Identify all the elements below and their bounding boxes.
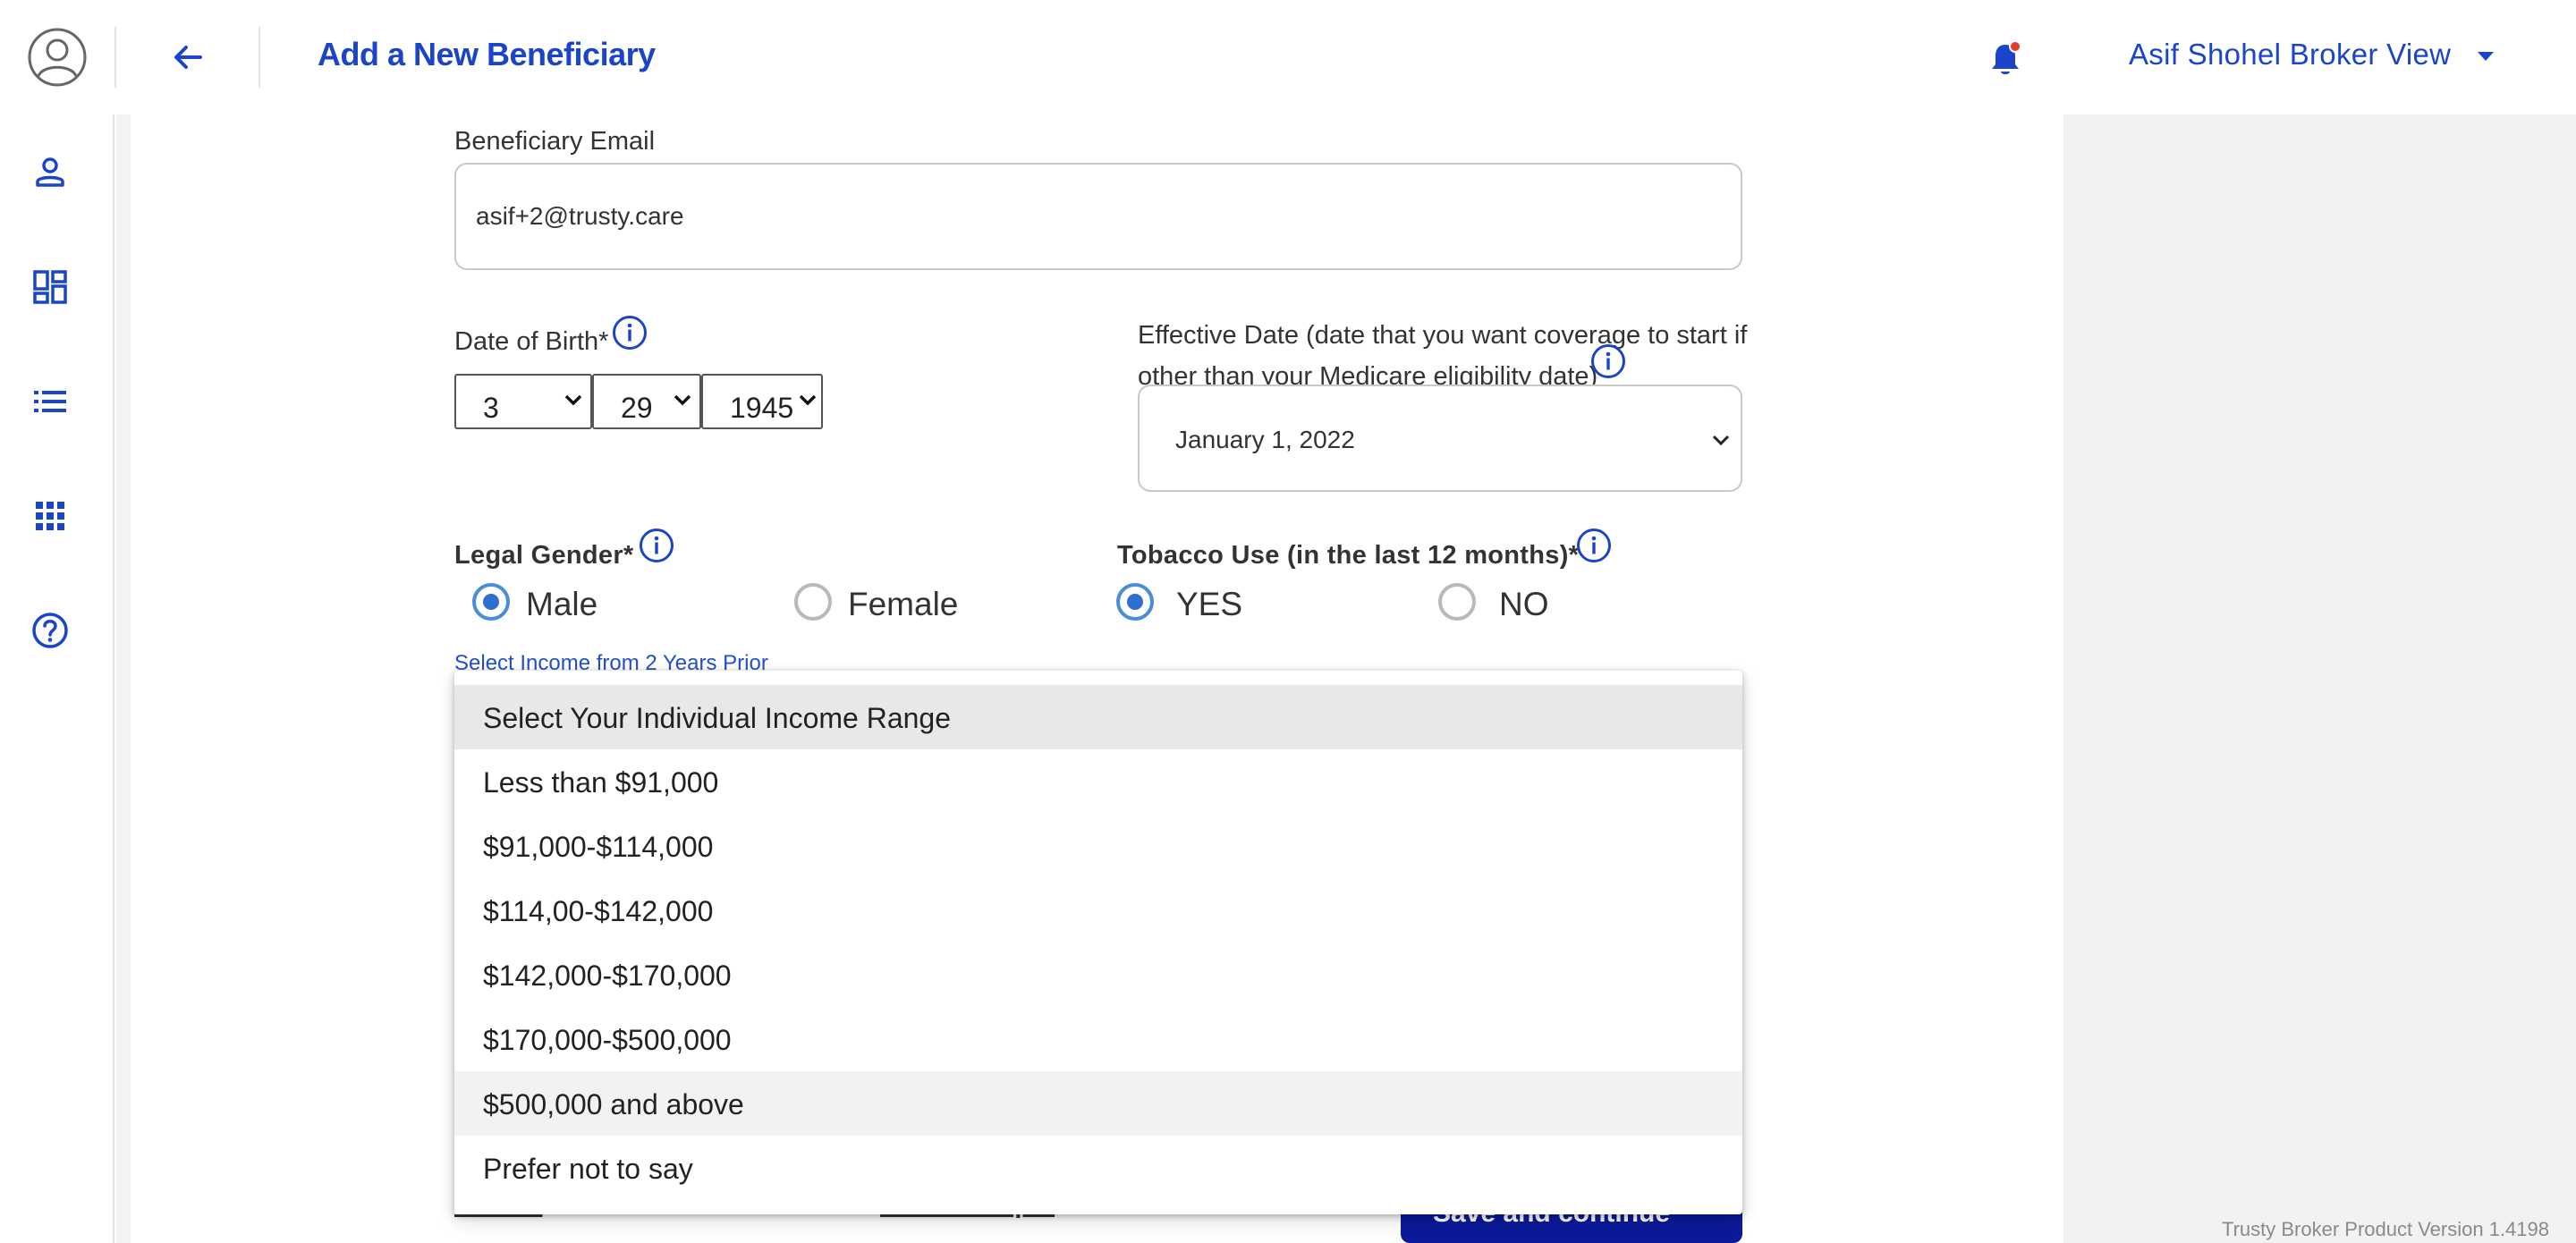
header-divider — [114, 27, 116, 88]
help-icon[interactable] — [31, 612, 69, 649]
beneficiary-email-input[interactable] — [454, 163, 1742, 270]
dob-day-select[interactable]: 29 — [592, 374, 701, 429]
person-icon[interactable] — [31, 154, 69, 191]
gender-male-radio[interactable] — [472, 583, 510, 621]
dob-month-select[interactable]: 3 — [454, 374, 592, 429]
income-option[interactable]: $114,00-$142,000 — [454, 878, 1742, 943]
income-range-dropdown-menu: Select Your Individual Income Range Less… — [454, 671, 1742, 1214]
tobacco-yes-radio[interactable] — [1116, 583, 1154, 621]
income-option[interactable]: Prefer not to say — [454, 1136, 1742, 1200]
income-option[interactable]: $142,000-$170,000 — [454, 943, 1742, 1007]
sidebar-gutter — [116, 114, 131, 1243]
info-icon[interactable] — [1576, 528, 1612, 563]
income-option[interactable]: Less than $91,000 — [454, 749, 1742, 814]
dob-year-select[interactable]: 1945 — [701, 374, 823, 429]
user-name: Asif Shohel Broker View — [2129, 38, 2452, 71]
tobacco-label: Tobacco Use (in the last 12 months)* — [1117, 541, 1580, 570]
caret-down-icon — [2478, 52, 2495, 61]
gender-female-radio[interactable] — [794, 583, 832, 621]
gender-label: Legal Gender* — [454, 541, 634, 570]
chevron-down-icon — [564, 394, 582, 406]
chevron-down-icon — [674, 394, 691, 406]
dashboard-icon[interactable] — [31, 268, 69, 306]
email-label: Beneficiary Email — [454, 127, 656, 156]
effective-date-value: January 1, 2022 — [1175, 426, 1355, 453]
dob-month-value: 3 — [483, 392, 499, 424]
tobacco-yes-label: YES — [1176, 586, 1243, 622]
chevron-down-icon — [1712, 435, 1730, 446]
user-avatar-icon[interactable] — [27, 27, 88, 88]
dob-day-value: 29 — [621, 392, 653, 424]
income-option[interactable]: $170,000-$500,000 — [454, 1007, 1742, 1071]
effective-date-select[interactable]: January 1, 2022 — [1138, 385, 1742, 492]
list-icon[interactable] — [31, 383, 69, 420]
user-menu[interactable]: Asif Shohel Broker View — [2129, 38, 2495, 72]
effective-date-label-text: Effective Date (date that you want cover… — [1138, 321, 1748, 391]
tobacco-no-radio[interactable] — [1438, 583, 1476, 621]
dob-label: Date of Birth* — [454, 327, 609, 356]
info-icon[interactable] — [1590, 343, 1626, 379]
sidebar — [0, 114, 114, 1243]
info-icon[interactable] — [639, 528, 674, 563]
back-arrow-icon[interactable] — [170, 39, 206, 75]
right-panel: Trusty Broker Product Version 1.4198 — [2063, 114, 2576, 1243]
header-divider — [258, 27, 260, 88]
apps-grid-icon[interactable] — [31, 497, 69, 535]
income-option[interactable]: $500,000 and above — [454, 1071, 1742, 1136]
income-option[interactable]: Select Your Individual Income Range — [454, 685, 1742, 749]
gender-female-label: Female — [848, 586, 959, 622]
tobacco-no-label: NO — [1499, 586, 1549, 622]
chevron-down-icon — [799, 394, 817, 406]
notification-bell-icon[interactable] — [1987, 39, 2023, 79]
version-text: Trusty Broker Product Version 1.4198 — [2221, 1218, 2549, 1240]
page-title: Add a New Beneficiary — [318, 36, 656, 72]
app-header: Add a New Beneficiary Asif Shohel Broker… — [0, 0, 2576, 114]
income-option[interactable]: $91,000-$114,000 — [454, 814, 1742, 878]
gender-male-label: Male — [526, 586, 598, 622]
info-icon[interactable] — [612, 315, 648, 351]
dob-year-value: 1945 — [730, 392, 794, 424]
